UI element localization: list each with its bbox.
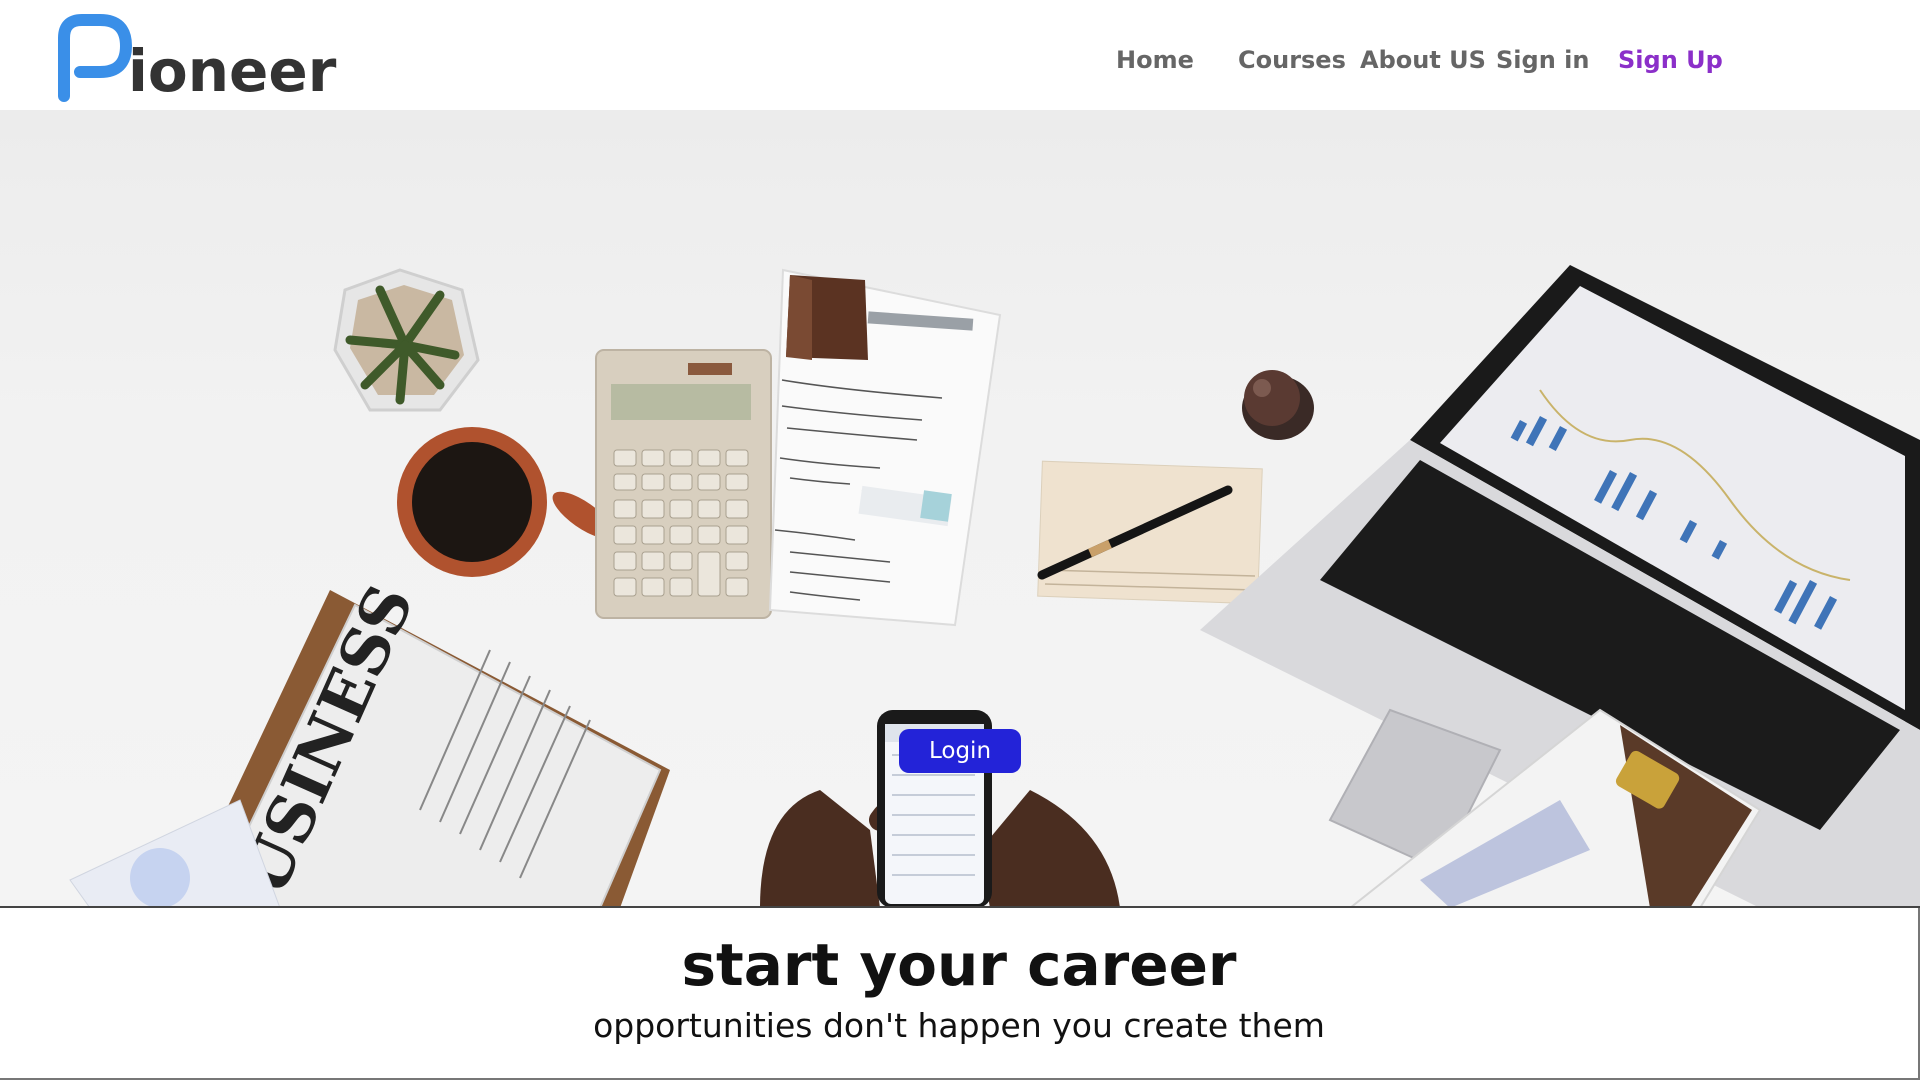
nav-signin-link[interactable]: Sign in xyxy=(1496,40,1589,80)
notepaper-image xyxy=(768,268,1002,627)
brand-name: ioneer xyxy=(128,37,337,105)
nav-about-link[interactable]: About US xyxy=(1360,40,1486,80)
nav-signup-link[interactable]: Sign Up xyxy=(1618,40,1723,80)
nav-courses-link[interactable]: Courses xyxy=(1238,40,1346,80)
tagline-subtitle: opportunities don't happen you create th… xyxy=(593,1006,1325,1045)
cashbook-pen-image xyxy=(1037,460,1263,605)
nav-home-link[interactable]: Home xyxy=(1116,40,1194,80)
logo-p-icon xyxy=(58,14,132,102)
hero-banner: USINESS Login xyxy=(0,110,1920,908)
brand-logo[interactable]: ioneer xyxy=(52,12,336,102)
plant-pot-image xyxy=(333,268,480,412)
login-button[interactable]: Login xyxy=(899,729,1021,773)
newspaper-image: USINESS xyxy=(69,574,670,906)
coffee-mug-image xyxy=(397,427,614,577)
site-header: ioneer Home Courses About US Sign in Sig… xyxy=(0,0,1920,110)
tagline-title: start your career xyxy=(681,931,1237,999)
desk-workspace-illustration: USINESS xyxy=(69,265,1920,906)
calculator-image xyxy=(595,349,772,619)
stamp-image xyxy=(1242,370,1314,440)
tagline-section: start your career opportunities don't ha… xyxy=(0,908,1920,1080)
